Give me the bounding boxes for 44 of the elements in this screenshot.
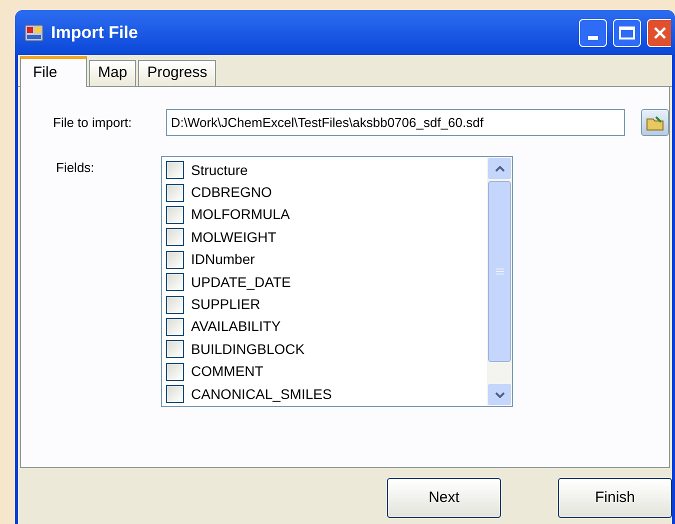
tab[interactable]: Progress bbox=[138, 60, 216, 86]
list-item[interactable]: IDNumber bbox=[191, 249, 255, 270]
field-label: Fields: bbox=[55, 159, 96, 177]
checkbox[interactable] bbox=[166, 161, 184, 180]
checkbox[interactable] bbox=[166, 362, 184, 381]
grip-icon bbox=[496, 268, 504, 275]
list-item[interactable]: MOLFORMULA bbox=[191, 204, 290, 226]
browse-button[interactable] bbox=[641, 109, 669, 136]
tab[interactable]: Map bbox=[89, 60, 136, 86]
list-item[interactable]: COMMENT bbox=[191, 361, 264, 382]
app-icon bbox=[25, 24, 43, 40]
minimize-icon bbox=[588, 36, 598, 40]
file-path-field[interactable]: D:\Work\JChemExcel\TestFiles\aksbb0706_sdf_60.sdf bbox=[166, 109, 626, 136]
dialog-button[interactable]: Finish bbox=[558, 478, 672, 518]
close-icon bbox=[652, 26, 666, 40]
list-item[interactable]: SUPPLIER bbox=[191, 294, 260, 316]
list-item[interactable]: CANONICAL_SMILES bbox=[191, 384, 332, 405]
minimize-button[interactable] bbox=[579, 18, 607, 46]
scrollbar[interactable] bbox=[487, 157, 512, 406]
list-item[interactable]: MOLWEIGHT bbox=[191, 226, 276, 248]
list-item[interactable]: BUILDINGBLOCK bbox=[191, 338, 305, 360]
checkbox[interactable] bbox=[166, 206, 184, 224]
checkbox[interactable] bbox=[166, 184, 184, 202]
folder-icon bbox=[646, 114, 664, 130]
scroll-down-icon bbox=[494, 392, 504, 398]
list-item[interactable]: CDBREGNO bbox=[191, 182, 272, 204]
close-button[interactable] bbox=[647, 18, 671, 46]
list-item[interactable]: AVAILABILITY bbox=[191, 316, 281, 338]
maximize-icon bbox=[619, 26, 635, 40]
checkbox[interactable] bbox=[166, 318, 184, 336]
maximize-button[interactable] bbox=[613, 18, 641, 46]
window-title: Import File bbox=[51, 22, 139, 44]
checkbox[interactable] bbox=[166, 228, 184, 246]
checkbox[interactable] bbox=[166, 340, 184, 358]
checkbox[interactable] bbox=[166, 385, 184, 404]
field-label: File to import: bbox=[53, 114, 133, 132]
list-item[interactable]: UPDATE_DATE bbox=[191, 272, 291, 293]
checkbox[interactable] bbox=[166, 296, 184, 314]
list-item[interactable]: Structure bbox=[191, 160, 248, 181]
checkbox[interactable] bbox=[166, 273, 184, 292]
dialog-button[interactable]: Next bbox=[387, 478, 501, 518]
scroll-up-icon bbox=[494, 166, 504, 172]
tab[interactable]: File bbox=[20, 56, 87, 87]
checkbox[interactable] bbox=[166, 250, 184, 269]
